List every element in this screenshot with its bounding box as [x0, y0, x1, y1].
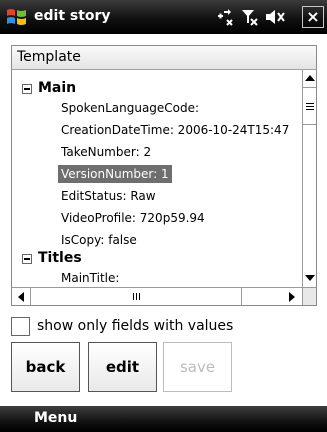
horizontal-scrollbar[interactable]: [12, 287, 302, 305]
tree-field-selected[interactable]: VersionNumber: 1: [58, 165, 172, 183]
windows-start-icon[interactable]: [5, 6, 28, 28]
scroll-left-button[interactable]: [12, 288, 30, 305]
tree-group-label: Main: [38, 80, 77, 96]
window-title: edit story: [34, 8, 111, 24]
signal-off-icon[interactable]: [240, 7, 260, 27]
tree-content: Main SpokenLanguageCode: CreationDateTim…: [12, 70, 302, 287]
close-button[interactable]: ×: [302, 6, 324, 28]
template-tree[interactable]: Main SpokenLanguageCode: CreationDateTim…: [11, 70, 317, 306]
arrow-down-icon: [305, 275, 315, 281]
title-bar: edit story ×: [0, 0, 327, 34]
tree-field[interactable]: IsCopy: false: [61, 231, 137, 249]
collapse-icon[interactable]: [22, 84, 32, 94]
arrow-right-icon: [289, 291, 295, 302]
horizontal-scroll-thumb[interactable]: [30, 288, 242, 305]
vertical-scrollbar[interactable]: [302, 70, 316, 287]
softkey-bar: Menu: [0, 406, 327, 432]
save-button: save: [163, 342, 232, 392]
tree-field[interactable]: CreationDateTime: 2006-10-24T15:47: [61, 121, 289, 139]
tree-field[interactable]: SpokenLanguageCode:: [61, 99, 199, 117]
back-button[interactable]: back: [11, 342, 80, 392]
arrow-left-icon: [18, 291, 24, 302]
connectivity-icon[interactable]: [214, 7, 236, 27]
tree-field[interactable]: MainTitle:: [61, 269, 119, 287]
tree-field[interactable]: EditStatus: Raw: [61, 187, 156, 205]
tree-group-label: Titles: [38, 250, 82, 266]
edit-button[interactable]: edit: [88, 342, 157, 392]
collapse-icon[interactable]: [22, 254, 32, 264]
template-header: Template: [11, 45, 317, 70]
scroll-down-button[interactable]: [303, 270, 316, 286]
values-filter-checkbox-row[interactable]: show only fields with values: [11, 315, 233, 337]
values-filter-checkbox[interactable]: [11, 316, 30, 336]
scroll-right-button[interactable]: [283, 288, 301, 305]
scroll-up-button[interactable]: [303, 70, 316, 86]
tree-field[interactable]: TakeNumber: 2: [61, 143, 151, 161]
menu-softkey[interactable]: Menu: [34, 410, 77, 426]
scrollbar-corner: [302, 287, 316, 305]
vertical-scroll-thumb[interactable]: [303, 87, 316, 125]
arrow-up-icon: [305, 75, 315, 81]
tree-field[interactable]: VideoProfile: 720p59.94: [61, 209, 205, 227]
volume-off-icon[interactable]: [264, 7, 286, 27]
values-filter-label[interactable]: show only fields with values: [37, 318, 233, 334]
